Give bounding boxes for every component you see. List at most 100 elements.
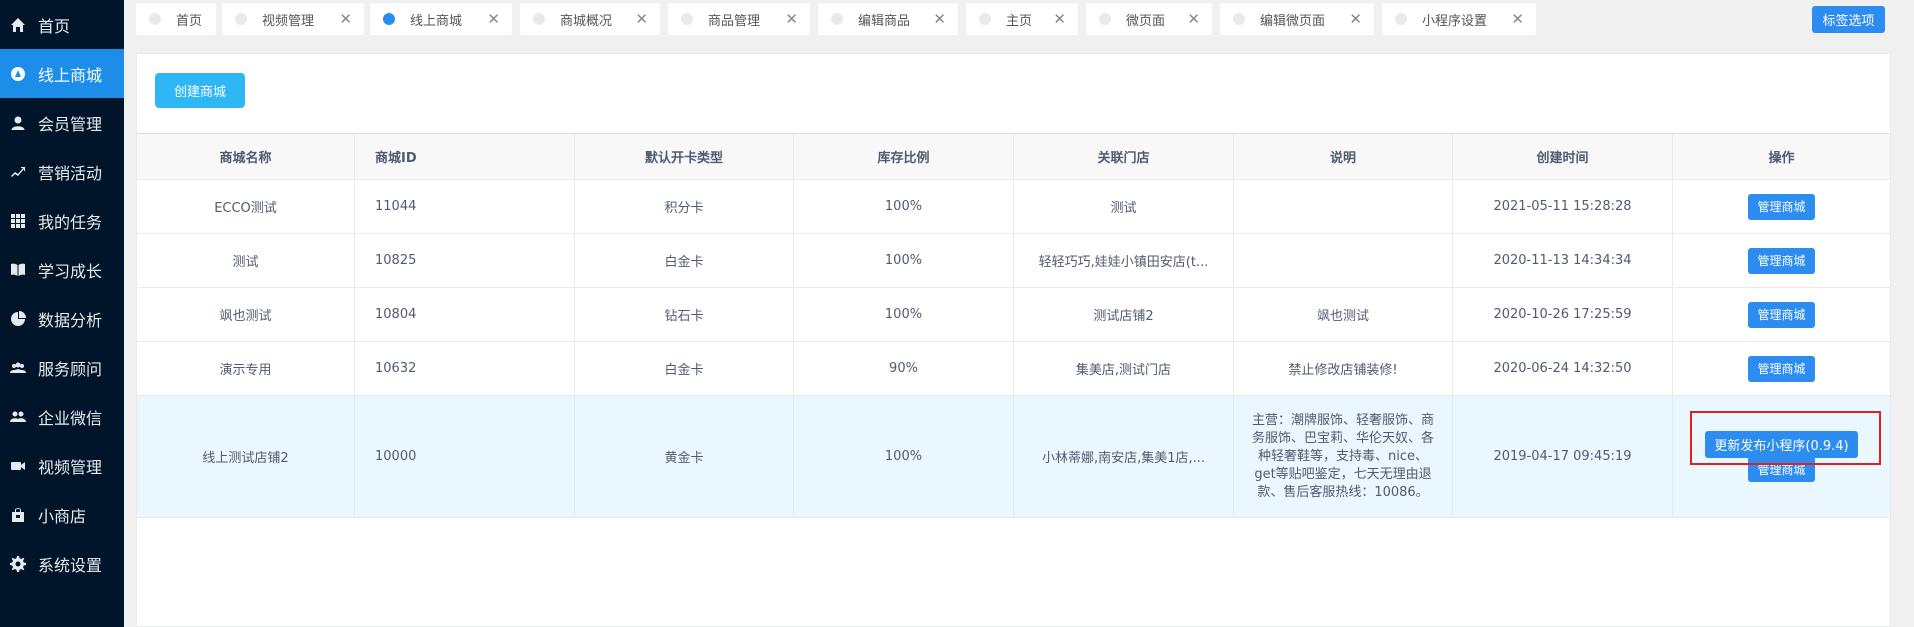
grid-icon [8,211,28,231]
close-icon[interactable]: ✕ [1511,3,1524,35]
cell-stock-ratio: 100% [794,234,1014,287]
sidebar-item-members[interactable]: 会员管理 [0,98,124,147]
sidebar-item-wecom[interactable]: 企业微信 [0,392,124,441]
tab-home[interactable]: 首页 [136,3,216,35]
sidebar-item-settings[interactable]: 系统设置 [0,539,124,588]
table-row: 测试 10825 白金卡 100% 轻轻巧巧,娃娃小镇田安店(t... 2020… [137,234,1890,288]
tab-label: 主页 [1006,13,1033,29]
sidebar-item-label: 数据分析 [38,310,103,330]
cell-description: 飒也测试 [1234,288,1453,341]
tab-label: 视频管理 [262,13,315,29]
cell-description: 禁止修改店铺装修! [1234,342,1453,395]
tab-dot-icon [383,13,395,25]
cell-created-time: 2020-06-24 14:32:50 [1453,342,1673,395]
cell-card-type: 白金卡 [575,234,794,287]
table-row: 线上测试店铺2 10000 黄金卡 100% 小林蒂娜,南安店,集美1店,...… [137,396,1890,518]
column-header: 关联门店 [1014,134,1234,179]
cell-stock-ratio: 90% [794,342,1014,395]
table-row: 演示专用 10632 白金卡 90% 集美店,测试门店 禁止修改店铺装修! 20… [137,342,1890,396]
tab-dot-icon [533,13,545,25]
cell-card-type: 钻石卡 [575,288,794,341]
sidebar-item-label: 会员管理 [38,114,103,134]
cell-description [1234,180,1453,233]
column-header: 创建时间 [1453,134,1673,179]
manage-mall-button[interactable]: 管理商城 [1748,247,1815,274]
cell-stock-ratio: 100% [794,288,1014,341]
tab-micro-page[interactable]: 微页面 ✕ [1086,3,1212,35]
sidebar-item-mall[interactable]: 线上商城 [0,49,124,98]
close-icon[interactable]: ✕ [635,3,648,35]
cell-mall-id: 10804 [355,288,575,341]
close-icon[interactable]: ✕ [1187,3,1200,35]
tab-label: 商品管理 [708,13,761,29]
people-icon [8,407,28,427]
cell-description [1234,234,1453,287]
sidebar-item-label: 视频管理 [38,457,103,477]
manage-mall-button[interactable]: 管理商城 [1748,301,1815,328]
cell-description: 主营：潮牌服饰、轻奢服饰、商务服饰、巴宝莉、华伦天奴、各种轻奢鞋等，支持毒、ni… [1234,396,1453,517]
video-icon [8,456,28,476]
cell-created-time: 2021-05-11 15:28:28 [1453,180,1673,233]
sidebar-item-label: 小商店 [38,506,87,526]
close-icon[interactable]: ✕ [1349,3,1362,35]
shop-icon [8,505,28,525]
cell-stock-ratio: 100% [794,180,1014,233]
close-icon[interactable]: ✕ [933,3,946,35]
cell-mall-name: ECCO测试 [137,180,355,233]
tab-product-management[interactable]: 商品管理 ✕ [668,3,810,35]
tag-options-button[interactable]: 标签选项 [1812,6,1885,33]
sidebar-item-learning[interactable]: 学习成长 [0,245,124,294]
manage-mall-button[interactable]: 管理商城 [1748,193,1815,220]
create-mall-button[interactable]: 创建商城 [155,73,245,108]
column-header: 商城ID [355,134,575,179]
table-row: ECCO测试 11044 积分卡 100% 测试 2021-05-11 15:2… [137,180,1890,234]
description-text: 主营：潮牌服饰、轻奢服饰、商务服饰、巴宝莉、华伦天奴、各种轻奢鞋等，支持毒、ni… [1252,412,1435,500]
cell-card-type: 白金卡 [575,342,794,395]
tab-dot-icon [235,13,247,25]
tab-online-mall[interactable]: 线上商城 ✕ [370,3,512,35]
tab-miniprogram-settings[interactable]: 小程序设置 ✕ [1382,3,1536,35]
sidebar-item-label: 学习成长 [38,261,103,281]
tab-homepage[interactable]: 主页 ✕ [966,3,1078,35]
cell-mall-id: 10000 [355,396,575,517]
column-header: 操作 [1768,151,1795,166]
gear-icon [8,554,28,574]
sidebar-item-analytics[interactable]: 数据分析 [0,294,124,343]
sidebar-item-label: 线上商城 [38,65,103,85]
close-icon[interactable]: ✕ [339,3,352,35]
tab-edit-micro-page[interactable]: 编辑微页面 ✕ [1220,3,1374,35]
tab-video-management[interactable]: 视频管理 ✕ [222,3,364,35]
tab-edit-product[interactable]: 编辑商品 ✕ [818,3,958,35]
sidebar-item-video[interactable]: 视频管理 [0,441,124,490]
column-header: 库存比例 [794,134,1014,179]
cell-mall-name: 飒也测试 [137,288,355,341]
sidebar-item-label: 首页 [38,16,71,36]
tab-mall-overview[interactable]: 商城概况 ✕ [520,3,660,35]
cell-mall-id: 11044 [355,180,575,233]
tab-label: 编辑微页面 [1260,13,1326,29]
tab-label: 编辑商品 [858,13,911,29]
column-header: 默认开卡类型 [575,134,794,179]
home-icon [8,15,28,35]
tab-label: 微页面 [1126,13,1166,29]
pie-icon [8,309,28,329]
sidebar-item-label: 服务顾问 [38,359,103,379]
sidebar-item-label: 我的任务 [38,212,103,232]
sidebar: 首页 线上商城 会员管理 营销活动 我的任务 学习成长 数据分析 服务顾问 企业… [0,0,124,627]
stores-text: 集美店,测试门店 [1075,363,1172,378]
cell-actions: 管理商城 [1673,288,1890,341]
close-icon[interactable]: ✕ [785,3,798,35]
manage-mall-button[interactable]: 管理商城 [1748,355,1815,382]
close-icon[interactable]: ✕ [1053,3,1066,35]
cell-stores: 轻轻巧巧,娃娃小镇田安店(t... [1014,234,1234,287]
sidebar-item-tasks[interactable]: 我的任务 [0,196,124,245]
sidebar-item-advisor[interactable]: 服务顾问 [0,343,124,392]
tab-dot-icon [1099,13,1111,25]
table-header: 商城名称 商城ID 默认开卡类型 库存比例 关联门店 说明 创建时间 操作 [137,134,1890,180]
mall-icon [8,64,28,84]
close-icon[interactable]: ✕ [487,3,500,35]
sidebar-item-marketing[interactable]: 营销活动 [0,147,124,196]
sidebar-item-shop[interactable]: 小商店 [0,490,124,539]
sidebar-item-home[interactable]: 首页 [0,0,124,49]
stores-text: 小林蒂娜,南安店,集美1店,... [1041,451,1206,466]
